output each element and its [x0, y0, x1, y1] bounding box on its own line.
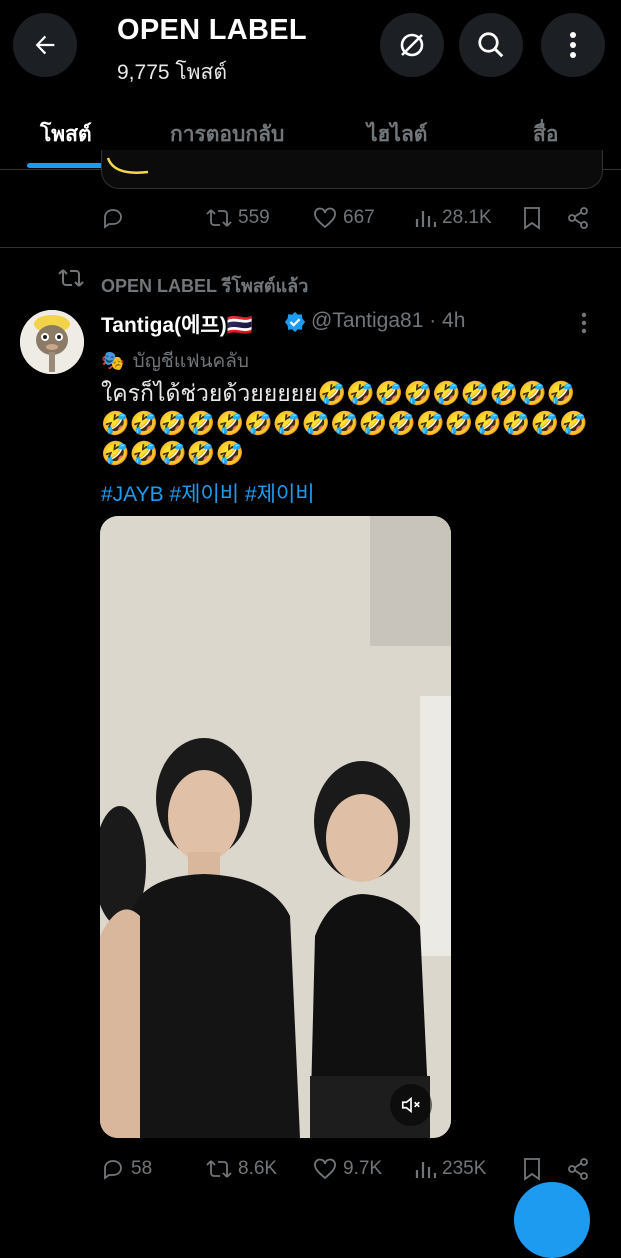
avatar[interactable]	[20, 310, 84, 374]
profile-header	[0, 0, 621, 93]
repost-label[interactable]: OPEN LABEL รีโพสต์แล้ว	[101, 271, 308, 300]
compose-post-button[interactable]	[514, 1182, 590, 1258]
repost-indicator	[58, 266, 84, 295]
tab-posts[interactable]: โพสต์	[40, 118, 92, 151]
retweet-count: 559	[238, 207, 270, 228]
reply-button[interactable]	[101, 206, 125, 230]
retweet-button[interactable]: 8.6K	[206, 1157, 277, 1181]
retweet-count: 8.6K	[238, 1158, 278, 1179]
tab-replies[interactable]: การตอบกลับ	[170, 118, 284, 151]
speaker-muted-icon	[401, 1096, 420, 1114]
reply-icon	[104, 1160, 122, 1180]
tab-media[interactable]: สื่อ	[533, 118, 558, 151]
share-button[interactable]	[566, 206, 590, 230]
fanclub-label-row: 🎭 บัญชีแฟนคลับ	[101, 346, 249, 376]
ostrich-avatar-image	[20, 310, 84, 374]
retweet-icon	[58, 269, 84, 287]
retweet-button[interactable]: 559	[206, 206, 270, 230]
bookmark-button[interactable]	[522, 1157, 542, 1181]
tweet-divider	[0, 247, 621, 248]
hashtag-links[interactable]: #JAYB #제이비 #제이비	[101, 478, 315, 508]
search-button[interactable]	[459, 13, 523, 77]
heart-icon	[314, 1158, 336, 1180]
display-name[interactable]: Tantiga(에프)🇹🇭	[101, 309, 253, 339]
retweet-icon	[206, 1160, 232, 1178]
tweet-text: ใครก็ได้ช่วยด้วยยยยย🤣🤣🤣🤣🤣🤣🤣🤣🤣🤣🤣🤣🤣🤣🤣🤣🤣🤣🤣🤣…	[101, 380, 588, 466]
handle-and-time[interactable]: @Tantiga81 · 4h	[311, 309, 465, 333]
more-vertical-icon	[570, 32, 576, 58]
reply-icon	[104, 209, 122, 229]
page-title: OPEN LABEL	[117, 14, 307, 46]
retweet-icon	[206, 209, 232, 227]
view-count: 28.1K	[442, 207, 492, 228]
views-icon	[415, 1162, 436, 1178]
verified-badge-icon	[284, 311, 306, 338]
more-options-button[interactable]	[541, 13, 605, 77]
like-button[interactable]: 667	[313, 206, 375, 230]
search-icon	[478, 32, 504, 58]
previous-tweet-media[interactable]	[101, 150, 603, 189]
share-button[interactable]	[566, 1157, 590, 1181]
post-count: 9,775 โพสต์	[117, 61, 227, 84]
arrow-left-icon	[35, 35, 55, 55]
tweet-more-button[interactable]	[580, 312, 588, 339]
share-icon	[568, 1158, 588, 1180]
views-button[interactable]: 28.1K	[414, 206, 492, 230]
grok-button[interactable]	[380, 13, 444, 77]
partial-drawing-icon	[106, 157, 149, 174]
like-count: 667	[343, 207, 375, 228]
heart-icon	[314, 207, 336, 229]
mute-button[interactable]	[390, 1084, 432, 1126]
share-icon	[568, 207, 588, 229]
like-button[interactable]: 9.7K	[313, 1157, 382, 1181]
more-vertical-icon	[581, 312, 587, 334]
bookmark-icon	[524, 1158, 540, 1181]
tab-highlights[interactable]: ไฮไลต์	[367, 118, 427, 151]
bookmark-button[interactable]	[522, 206, 542, 230]
reply-count: 58	[131, 1158, 153, 1179]
fanclub-label: บัญชีแฟนคลับ	[132, 351, 249, 372]
bookmark-icon	[524, 207, 540, 230]
tweet-video[interactable]	[100, 516, 451, 1138]
video-frame-image	[100, 516, 451, 1138]
theater-masks-icon: 🎭	[101, 351, 125, 372]
view-count: 235K	[442, 1158, 487, 1179]
back-button[interactable]	[13, 13, 77, 77]
grok-icon	[400, 33, 424, 57]
reply-button[interactable]: 58	[101, 1157, 152, 1181]
views-icon	[415, 211, 436, 227]
like-count: 9.7K	[343, 1158, 383, 1179]
views-button[interactable]: 235K	[414, 1157, 486, 1181]
